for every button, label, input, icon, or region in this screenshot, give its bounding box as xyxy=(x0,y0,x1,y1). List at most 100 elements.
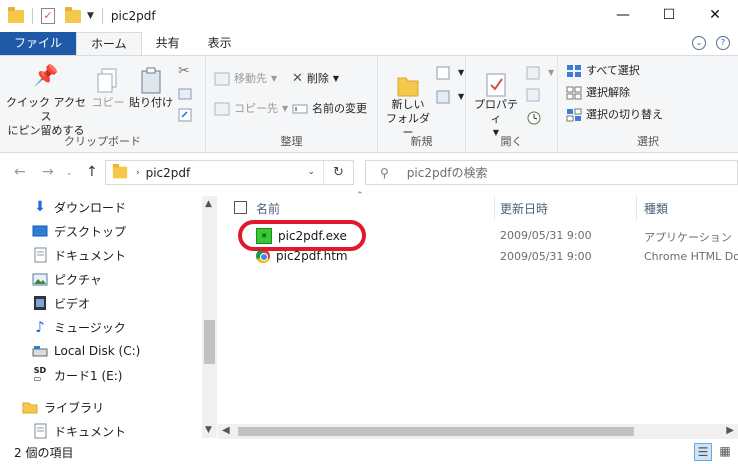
maximize-button[interactable]: ☐ xyxy=(646,0,692,30)
new-folder-icon xyxy=(382,66,434,98)
pin-quick-access-button[interactable]: 📌 クイック アクセス にピン留めする xyxy=(6,63,86,138)
customize-toolbar-chevron-icon[interactable]: ▼ xyxy=(87,11,94,21)
properties-button[interactable]: プロパティ ▼ xyxy=(470,66,522,140)
paste-button[interactable]: 貼り付け xyxy=(128,66,174,110)
scroll-left-icon[interactable]: ◀ xyxy=(222,425,230,436)
pin-label-line1: クイック アクセス xyxy=(6,96,86,123)
column-header-date[interactable]: 更新日時 xyxy=(500,196,548,220)
copy-to-label: コピー先 xyxy=(234,102,278,115)
folder-icon xyxy=(112,163,128,179)
copy-to-chevron-icon: ▼ xyxy=(282,104,289,113)
address-bar-row: ← → ⌄ ↑ › pic2pdf ⌄ ↻ ⚲ pic2pdfの検索 xyxy=(0,160,738,186)
sidebar-item-desktop[interactable]: デスクトップ xyxy=(32,220,126,242)
sidebar-item-sd-card[interactable]: SD ▭ カード1 (E:) xyxy=(32,364,123,386)
rename-button[interactable]: 名前の変更 xyxy=(292,102,367,116)
minimize-button[interactable]: — xyxy=(600,0,646,30)
sidebar-item-local-disk[interactable]: Local Disk (C:) xyxy=(32,340,140,362)
select-all-checkbox[interactable] xyxy=(234,201,247,214)
select-group: すべて選択 選択解除 選択の切り替え 選択 xyxy=(558,56,738,153)
scroll-down-icon[interactable]: ▼ xyxy=(205,425,212,435)
search-placeholder: pic2pdfの検索 xyxy=(406,166,488,180)
up-arrow-icon[interactable]: ↑ xyxy=(86,164,98,180)
sidebar-item-library-documents[interactable]: ドキュメント xyxy=(32,420,126,442)
title-bar: ✓ ▼ pic2pdf — ☐ ✕ xyxy=(0,0,738,32)
clipboard-group-label: クリップボード xyxy=(64,135,141,148)
paste-label: 貼り付け xyxy=(129,96,173,109)
details-view-icon[interactable]: ☰ xyxy=(694,443,712,461)
column-header-type[interactable]: 種類 xyxy=(644,196,668,220)
file-type: Chrome HTML Do xyxy=(644,250,738,263)
rename-label: 名前の変更 xyxy=(312,102,367,115)
sidebar-item-downloads[interactable]: ⬇ ダウンロード xyxy=(32,196,126,218)
toolbar-separator xyxy=(32,8,33,24)
properties-icon[interactable]: ✓ xyxy=(41,8,55,24)
address-bar[interactable]: › pic2pdf ⌄ ↻ xyxy=(105,160,354,185)
chrome-icon xyxy=(256,249,270,263)
large-icons-view-icon[interactable]: ▦ xyxy=(716,443,734,461)
search-input[interactable]: ⚲ pic2pdfの検索 xyxy=(365,160,738,185)
file-list: ⌃ 名前 更新日時 種類 ✕ pic2pdf.exe 2009/05/31 9:… xyxy=(218,191,738,424)
address-dropdown-icon[interactable]: ⌄ xyxy=(307,167,315,177)
pin-icon: 📌 xyxy=(33,63,59,87)
music-icon: ♪ xyxy=(35,318,45,336)
sidebar-item-label: デスクトップ xyxy=(54,224,127,239)
tab-home[interactable]: ホーム xyxy=(76,32,142,56)
tab-share[interactable]: 共有 xyxy=(142,32,194,56)
collapse-ribbon-icon[interactable]: ⌄ xyxy=(692,36,706,50)
move-to-chevron-icon: ▼ xyxy=(271,74,278,83)
highlight-circle xyxy=(238,220,366,251)
select-none-button[interactable]: 選択解除 xyxy=(566,86,630,100)
new-folder-label-line1: 新しい xyxy=(391,98,425,111)
edit-icon[interactable] xyxy=(526,88,542,102)
scroll-up-icon[interactable]: ▲ xyxy=(205,199,212,209)
clipboard-group: 📌 クイック アクセス にピン留めする コピー 貼り付け ✂ クリップボード xyxy=(0,56,206,153)
back-arrow-icon[interactable]: ← xyxy=(14,164,26,180)
sidebar-item-pictures[interactable]: ピクチャ xyxy=(32,268,102,290)
copy-to-button[interactable]: コピー先 ▼ xyxy=(214,102,288,116)
copy-path-icon[interactable] xyxy=(178,88,192,100)
sidebar-item-videos[interactable]: ビデオ xyxy=(32,292,90,314)
breadcrumb[interactable]: pic2pdf xyxy=(146,166,191,180)
column-header-name[interactable]: 名前 xyxy=(256,196,280,220)
select-all-button[interactable]: すべて選択 xyxy=(566,64,640,78)
sidebar-item-label: Local Disk (C:) xyxy=(54,344,141,358)
column-divider[interactable] xyxy=(494,196,495,220)
forward-arrow-icon[interactable]: → xyxy=(42,164,54,180)
tab-view[interactable]: 表示 xyxy=(194,32,246,56)
new-folder-icon[interactable] xyxy=(65,6,81,23)
scrollbar-thumb[interactable] xyxy=(204,320,215,364)
new-folder-button[interactable]: 新しい フォルダー xyxy=(382,66,434,140)
help-icon[interactable]: ? xyxy=(716,36,730,50)
sidebar-item-documents[interactable]: ドキュメント xyxy=(32,244,126,266)
recent-locations-chevron-icon[interactable]: ⌄ xyxy=(66,168,73,177)
folder-icon xyxy=(8,6,24,23)
move-to-button[interactable]: 移動先 ▼ xyxy=(214,72,277,86)
select-all-label: すべて選択 xyxy=(586,64,640,77)
open-group-label: 開く xyxy=(500,135,523,148)
refresh-icon[interactable]: ↻ xyxy=(323,161,353,184)
tab-file[interactable]: ファイル xyxy=(0,32,77,56)
invert-selection-button[interactable]: 選択の切り替え xyxy=(566,108,663,122)
new-item-icon[interactable]: ▼ xyxy=(436,66,464,80)
sidebar-item-music[interactable]: ♪ ミュージック xyxy=(32,316,126,338)
paste-shortcut-icon[interactable] xyxy=(178,108,192,122)
cut-icon[interactable]: ✂ xyxy=(178,64,190,78)
scrollbar-thumb[interactable] xyxy=(238,427,634,436)
history-icon[interactable] xyxy=(526,110,542,126)
open-icon[interactable]: ▼ xyxy=(526,66,554,80)
breadcrumb-chevron-icon[interactable]: › xyxy=(136,168,140,178)
search-icon: ⚲ xyxy=(380,165,389,180)
navigation-scrollbar[interactable]: ▲ ▼ xyxy=(202,196,217,438)
sidebar-item-label: ダウンロード xyxy=(54,200,127,215)
file-type: アプリケーション xyxy=(644,231,732,244)
scroll-right-icon[interactable]: ▶ xyxy=(726,425,734,436)
copy-button[interactable]: コピー xyxy=(90,66,126,110)
delete-chevron-icon: ▼ xyxy=(332,74,340,83)
column-divider[interactable] xyxy=(636,196,637,220)
easy-access-icon[interactable]: ▼ xyxy=(436,90,464,104)
file-name: pic2pdf.htm xyxy=(276,249,348,263)
close-button[interactable]: ✕ xyxy=(692,0,738,30)
sidebar-item-libraries[interactable]: ライブラリ xyxy=(22,396,104,418)
delete-button[interactable]: ✕ 削除 ▼ xyxy=(292,72,339,86)
file-list-scrollbar[interactable]: ◀ ▶ xyxy=(218,424,738,439)
